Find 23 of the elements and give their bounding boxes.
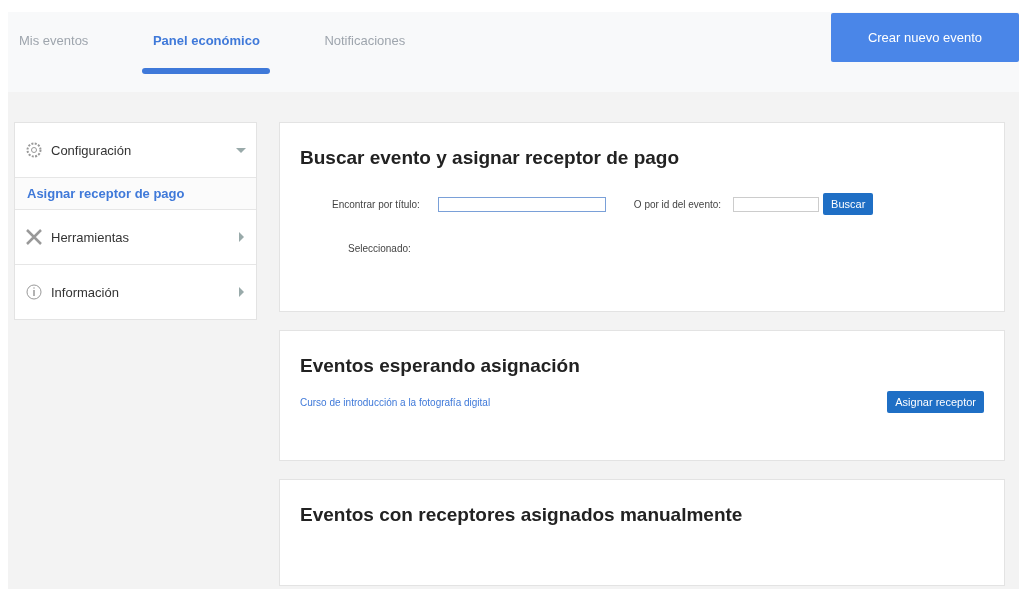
sidebar-subitem[interactable]: Asignar receptor de pago [15, 178, 256, 210]
gear-icon [25, 141, 43, 159]
sidebar-item[interactable]: Información [15, 265, 256, 319]
tab[interactable]: Mis eventos [19, 12, 89, 92]
sidebar-label: Información [51, 284, 120, 300]
card-title: Eventos esperando asignación [300, 355, 581, 377]
field-label: O por id del evento: [633, 198, 722, 210]
sidebar-label: Herramientas [51, 229, 131, 245]
id-input-field[interactable] [733, 196, 820, 212]
selected-label: Seleccionado: [347, 243, 412, 254]
sidebar-item[interactable]: Herramientas [15, 210, 256, 265]
create-event-button[interactable]: Crear nuevo evento [831, 13, 1019, 62]
tab[interactable]: Panel económico [142, 12, 271, 92]
tab[interactable]: Notificaciones [324, 12, 406, 92]
event-link[interactable]: Curso de introducción a la fotografía digital [300, 396, 491, 408]
search-button[interactable]: Buscar [823, 193, 874, 215]
assign-button[interactable]: Asignar receptor [887, 391, 984, 413]
info-icon [25, 283, 43, 301]
sidebar-label: Configuración [51, 142, 133, 158]
card-title: Eventos con receptores asignados manualmente [300, 504, 744, 526]
card-title: Buscar evento y asignar receptor de pago [300, 147, 681, 169]
field-label: Encontrar por título: [332, 198, 420, 210]
title-input-field[interactable] [437, 196, 606, 212]
